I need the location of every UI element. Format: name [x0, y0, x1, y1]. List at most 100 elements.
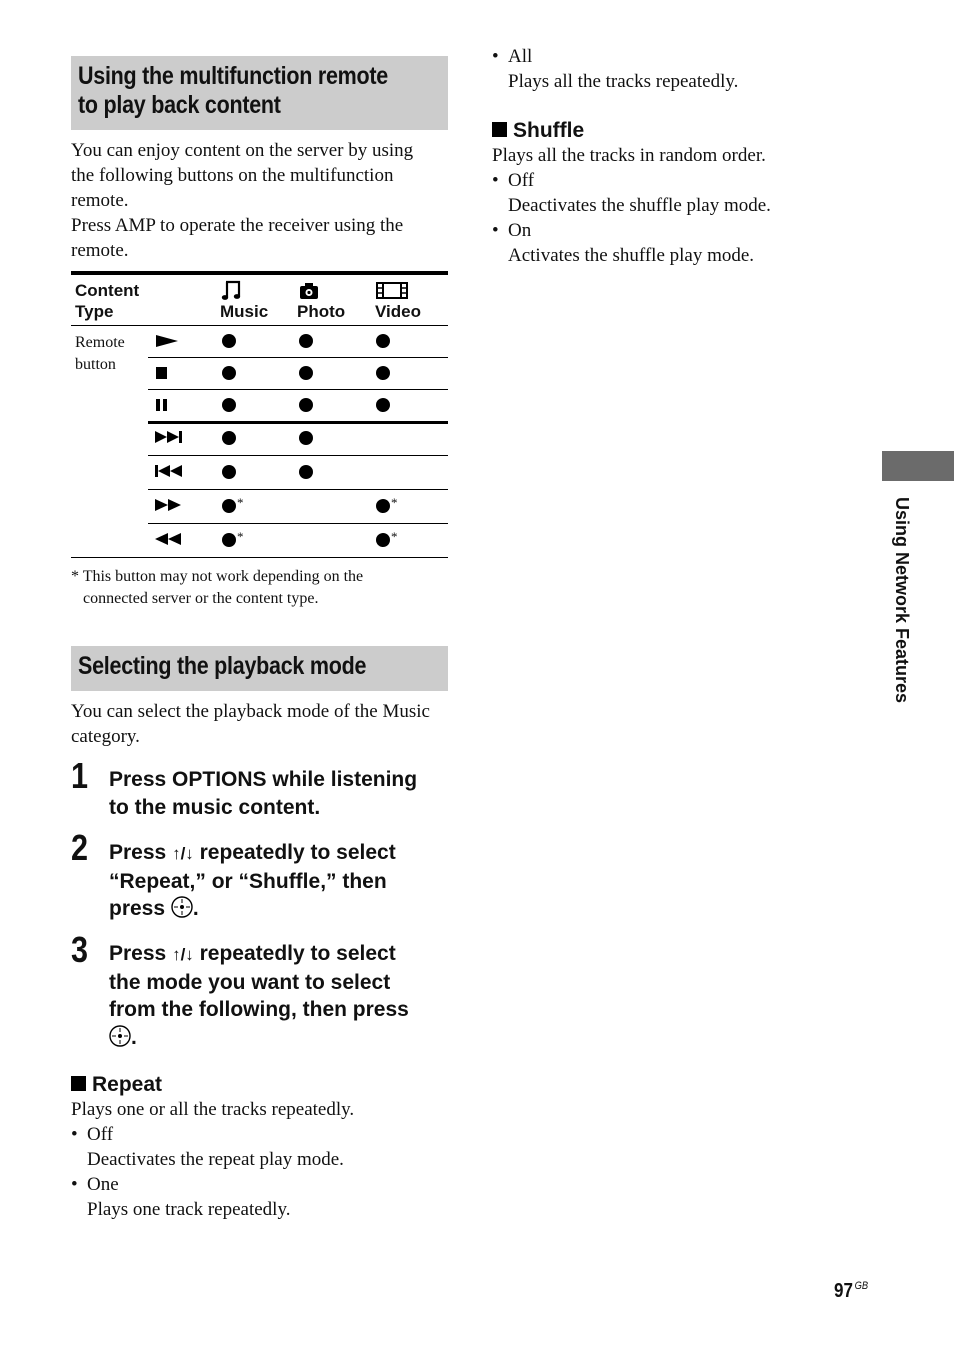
- heading-line: Using the multifunction remote: [78, 62, 388, 90]
- supported-dot-music: [222, 366, 236, 380]
- repeat-description-cont: All Plays all the tracks repeatedly.: [492, 44, 872, 94]
- step-line: Press OPTIONS while listening: [109, 768, 418, 791]
- supported-dot-music: [222, 499, 236, 513]
- step-text-fragment: repeatedly to select: [193, 841, 396, 864]
- option-desc: Plays all the tracks repeatedly.: [508, 71, 739, 92]
- pause-icon: [156, 399, 167, 411]
- step-line: Press ↑/↓ repeatedly to select: [109, 940, 454, 969]
- subheading-text: Shuffle: [513, 119, 585, 142]
- repeat-heading: Repeat: [71, 1072, 162, 1097]
- step-text-fragment: .: [131, 1025, 137, 1049]
- chapter-label: Using Network Features: [891, 497, 915, 737]
- column-video: Video: [375, 280, 421, 322]
- shuffle-description: Plays all the tracks in random order. Of…: [492, 143, 872, 268]
- enter-button-icon: [109, 1025, 131, 1047]
- footnote-asterisk: *: [391, 495, 398, 510]
- page-suffix: GB: [854, 1280, 869, 1292]
- supported-dot-photo: [299, 398, 313, 412]
- rewind-icon: [155, 533, 181, 545]
- step-line: from the following, then press: [109, 998, 409, 1021]
- square-bullet-icon: [492, 122, 507, 137]
- table-footnote: * This button may not work depending on …: [71, 566, 451, 610]
- play-icon: [156, 335, 178, 347]
- supported-dot-music: [222, 398, 236, 412]
- supported-dot-video: [376, 334, 390, 348]
- option-desc: Activates the shuffle play mode.: [508, 245, 755, 266]
- step-line: Press ↑/↓ repeatedly to select: [109, 839, 454, 868]
- supported-dot-music: [222, 431, 236, 445]
- intro-line: You can select the playback mode of the …: [71, 701, 430, 722]
- section2-intro: You can select the playback mode of the …: [71, 699, 451, 749]
- intro-line: You can enjoy content on the server by u…: [71, 140, 414, 161]
- step-2-text: Press ↑/↓ repeatedly to select “Repeat,”…: [109, 839, 454, 923]
- step-3-text: Press ↑/↓ repeatedly to select the mode …: [109, 940, 454, 1051]
- option-name: One: [71, 1172, 451, 1197]
- supported-dot-video: [376, 499, 390, 513]
- supported-dot-music: [222, 334, 236, 348]
- supported-dot-photo: [299, 334, 313, 348]
- option-name: All: [492, 44, 872, 69]
- fast-forward-icon: [155, 499, 181, 511]
- step-text-fragment: Press: [109, 841, 173, 864]
- footnote-asterisk: *: [391, 529, 398, 544]
- square-bullet-icon: [71, 1076, 86, 1091]
- row-label-text: Remote: [75, 334, 125, 351]
- camera-icon: [300, 283, 318, 299]
- footnote-line: connected server or the content type.: [83, 590, 319, 607]
- description-text: Plays all the tracks in random order.: [492, 145, 766, 166]
- step-number: 2: [71, 827, 89, 868]
- step-line: “Repeat,” or “Shuffle,” then: [109, 869, 387, 893]
- previous-track-icon: [155, 465, 182, 477]
- option-desc: Plays one track repeatedly.: [87, 1199, 291, 1220]
- supported-dot-photo: [299, 366, 313, 380]
- intro-line: category.: [71, 726, 140, 747]
- step-text-fragment: .: [192, 897, 199, 920]
- footnote-asterisk: *: [237, 495, 244, 510]
- music-note-icon: [221, 280, 241, 300]
- page-number: 97 GB: [834, 1280, 868, 1303]
- table-row: [148, 421, 448, 456]
- step-number: 3: [71, 929, 89, 970]
- option-name: Off: [492, 168, 872, 193]
- supported-dot-music: [222, 533, 236, 547]
- heading-line: to play back content: [78, 91, 281, 119]
- repeat-description: Plays one or all the tracks repeatedly. …: [71, 1097, 451, 1222]
- section1-intro: You can enjoy content on the server by u…: [71, 138, 451, 263]
- option-desc: Deactivates the repeat play mode.: [87, 1149, 344, 1170]
- supported-dot-photo: [299, 431, 313, 445]
- table-header: Content Type Music Photo Video: [71, 275, 448, 326]
- intro-line: remote.: [71, 240, 129, 261]
- intro-line: remote.: [71, 190, 129, 211]
- supported-dot-photo: [299, 465, 313, 479]
- option-desc: Deactivates the shuffle play mode.: [508, 195, 771, 216]
- step-line: to the music content.: [109, 795, 321, 819]
- table-row: [148, 389, 448, 424]
- heading-line: Selecting the playback mode: [78, 652, 367, 680]
- step-number: 1: [71, 755, 89, 796]
- step-text-fragment: press: [109, 897, 171, 920]
- column-label: Photo: [297, 302, 346, 321]
- row-label-text: button: [75, 356, 116, 373]
- content-type-label: Content Type: [75, 280, 139, 322]
- option-name: Off: [71, 1122, 451, 1147]
- supported-dot-video: [376, 533, 390, 547]
- column-label: Music: [220, 302, 269, 321]
- column-label: Video: [375, 302, 421, 321]
- step-line: the mode you want to select: [109, 970, 391, 994]
- option-name: On: [492, 218, 872, 243]
- table-row: * *: [148, 489, 448, 524]
- remote-button-label: Remote button: [75, 332, 125, 376]
- intro-line: the following buttons on the multifuncti…: [71, 165, 394, 186]
- section-heading-playback-mode: Selecting the playback mode: [71, 646, 448, 691]
- description-text: Plays one or all the tracks repeatedly.: [71, 1099, 355, 1120]
- chapter-label-text: Using Network Features: [892, 497, 912, 704]
- chapter-tab: [882, 451, 954, 481]
- step-text-fragment: Press: [109, 942, 173, 965]
- supported-dot-video: [376, 398, 390, 412]
- step-line: press .: [109, 895, 454, 923]
- column-music: Music: [220, 280, 268, 322]
- supported-dot-music: [222, 465, 236, 479]
- supported-dot-video: [376, 366, 390, 380]
- header-text: Content: [75, 281, 140, 300]
- enter-button-icon: [171, 896, 193, 919]
